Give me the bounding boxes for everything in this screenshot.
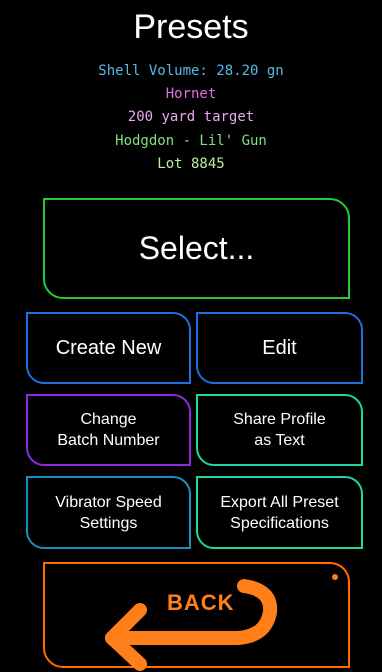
select-preset-button[interactable]: Select... [43,198,350,299]
edit-button[interactable]: Edit [196,312,363,384]
create-new-button[interactable]: Create New [26,312,191,384]
create-new-label: Create New [55,336,162,359]
change-batch-label-line2: Batch Number [57,432,160,449]
page-title: Presets [133,8,249,46]
share-label-line1: Share Profile [233,411,326,428]
shell-volume-text: Shell Volume: 28.20 gn [98,63,284,79]
vibrator-label-line2: Settings [79,514,138,532]
change-batch-label-line1: Change [80,411,137,428]
powder-text: Hodgdon - Lil' Gun [115,133,267,149]
indicator-dot [332,574,338,580]
vibrator-label-line1: Vibrator Speed [55,493,162,511]
share-label-line2: as Text [254,432,305,449]
edit-label: Edit [262,336,297,359]
lot-text: Lot 8845 [157,156,225,172]
back-label: BACK [167,590,235,615]
change-batch-number-button[interactable]: Change Batch Number [26,394,191,466]
cartridge-text: Hornet [165,86,217,102]
share-profile-button[interactable]: Share Profile as Text [196,394,363,466]
select-label: Select... [138,230,255,266]
export-label-line1: Export All Preset [220,493,339,511]
vibrator-speed-settings-button[interactable]: Vibrator Speed Settings [26,476,191,549]
target-text: 200 yard target [127,109,255,125]
export-label-line2: Specifications [230,514,329,532]
export-all-presets-button[interactable]: Export All Preset Specifications [196,476,363,549]
